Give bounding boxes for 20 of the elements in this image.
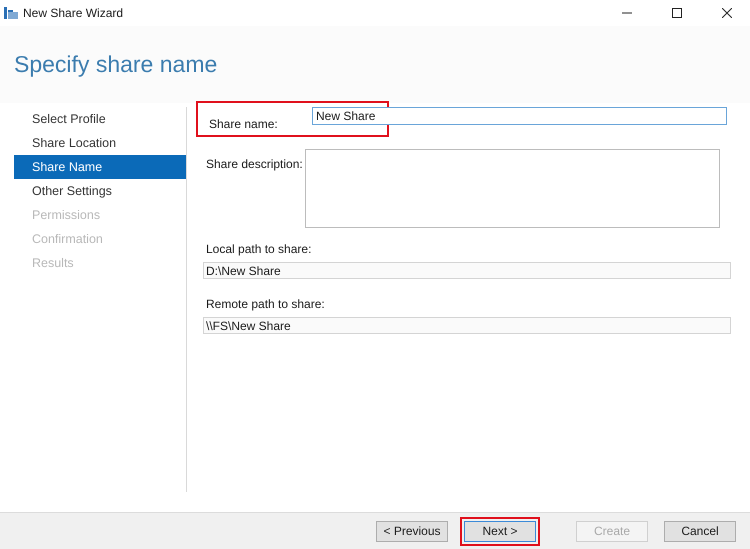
window-title: New Share Wizard — [23, 5, 124, 22]
wizard-button[interactable]: < Previous — [376, 520, 448, 542]
page-heading: Specify share name — [14, 50, 218, 80]
remote-path-field[interactable]: \\FS\New Share — [203, 317, 731, 334]
share-description-field[interactable] — [305, 149, 720, 228]
app-icon — [4, 6, 18, 20]
field-label: Share description: — [205, 156, 304, 173]
wizard-step[interactable]: Share Name — [14, 155, 186, 179]
wizard-step[interactable]: Share Location — [14, 131, 186, 155]
maximize-icon[interactable] — [672, 8, 682, 18]
wizard-button[interactable]: Next > — [464, 520, 536, 542]
field-label: Share name: — [209, 116, 279, 133]
local-path-field[interactable]: D:\New Share — [203, 262, 731, 279]
close-icon[interactable] — [722, 8, 732, 18]
share-name-field[interactable]: New Share — [312, 107, 727, 125]
wizard-button[interactable]: Cancel — [664, 520, 736, 542]
field-label: Remote path to share: — [206, 296, 326, 313]
wizard-step[interactable]: Select Profile — [14, 107, 186, 131]
wizard-step[interactable]: Other Settings — [14, 179, 186, 203]
field-label: Local path to share: — [206, 241, 312, 258]
